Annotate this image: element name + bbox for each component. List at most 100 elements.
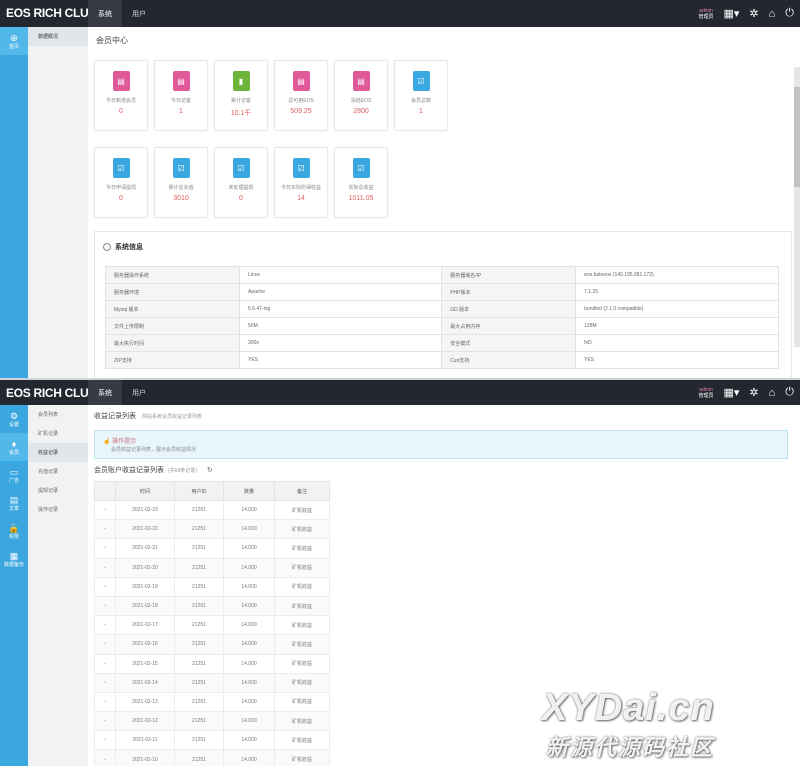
table-cell: 矿机收益 — [274, 538, 330, 559]
avatar-icon[interactable]: ▦▾ — [724, 386, 740, 399]
stat-value: 14 — [297, 195, 305, 202]
nav-user[interactable]: 用户 — [122, 380, 156, 405]
nav-user[interactable]: 用户 — [122, 0, 156, 27]
stat-label: 今日新增会员 — [105, 98, 136, 104]
table-row: ▫ 2021-02-21 21251 14.000 矿机收益 — [94, 538, 330, 559]
subnav-item[interactable]: 操作记录 — [28, 500, 88, 519]
nav-system[interactable]: 系统 — [88, 380, 122, 405]
refresh-icon[interactable]: ↻ — [207, 467, 213, 474]
info-value: 300s — [239, 334, 443, 352]
table-row: ▫ 2021-02-12 21251 14.000 矿机收益 — [94, 711, 330, 732]
table-cell: 14.000 — [223, 711, 275, 732]
sidebar-item-gear[interactable]: ⚙ 设置 — [0, 405, 28, 433]
stat-card: ▤ 冻结EOS 2800 — [334, 60, 388, 131]
sidebar-item-lock[interactable]: 🔒 权限 — [0, 517, 28, 545]
stat-label: 今日实际所得收益 — [280, 185, 321, 191]
avatar-icon[interactable]: ▦▾ — [724, 7, 740, 20]
subnav-item[interactable]: 会员列表 — [28, 405, 88, 424]
row-checkbox[interactable]: ▫ — [94, 519, 116, 540]
scrollbar-thumb[interactable] — [794, 87, 800, 187]
info-key: 最大执行时间 — [104, 334, 241, 352]
stat-card: ▤ 今日新增会员 0 — [94, 60, 148, 131]
home-icon[interactable]: ⌂ — [769, 8, 776, 20]
subnav-item[interactable]: 提现记录 — [28, 481, 88, 500]
table-cell: 矿机收益 — [274, 499, 330, 521]
article-icon: ▤ — [9, 494, 19, 505]
sidebar-item-home[interactable]: ⊕ 首页 — [0, 27, 28, 55]
sidebar-item-data[interactable]: ▦ 数据备份 — [0, 545, 28, 573]
row-checkbox[interactable]: ▫ — [94, 691, 116, 713]
row-checkbox[interactable]: ▫ — [94, 615, 116, 636]
table-cell: 14.000 — [223, 730, 275, 751]
info-value: Apache — [239, 283, 443, 301]
stat-value: 1 — [179, 108, 183, 115]
sidebar-item-ad[interactable]: ▭ 广告 — [0, 461, 28, 489]
table-cell: 14.000 — [223, 634, 275, 655]
row-checkbox[interactable]: ▫ — [94, 634, 116, 655]
subnav-item-overview[interactable]: 数据概况 — [28, 27, 88, 46]
table-cell: 矿机收益 — [274, 595, 330, 617]
table-row: ▫ 2021-02-15 21251 14.000 矿机收益 — [94, 653, 330, 674]
power-icon[interactable]: ⏻ — [785, 7, 794, 20]
stat-value: 0 — [239, 195, 243, 202]
info-key: GD 版本 — [441, 300, 577, 318]
stat-card: ▤ 今日访客 1 — [154, 60, 208, 131]
table-cell: 21251 — [174, 557, 224, 578]
settings-icon[interactable]: ✲ — [749, 7, 758, 20]
info-value: YES — [239, 351, 443, 369]
row-checkbox[interactable]: ▫ — [94, 576, 116, 597]
table-row: ▫ 2021-02-18 21251 14.000 矿机收益 — [94, 595, 330, 617]
scrollbar[interactable] — [794, 67, 800, 347]
sidebar-item-diamond[interactable]: ♦ 会员 — [0, 433, 28, 461]
table-cell: 21251 — [174, 576, 224, 597]
stat-value: 1 — [419, 108, 423, 115]
ad-icon: ▭ — [9, 466, 19, 477]
table-cell: 21251 — [174, 595, 224, 617]
stat-card: ☑ 实际总收益 1011.05 — [334, 147, 388, 218]
main-content: 会员中心 ▤ 今日新增会员 0 ▤ 今日访客 1 ▮ 累计访客 10.1千 ▤ 总可用EOS 509.… — [88, 27, 800, 378]
top-tools: admin 管理员 ▦▾ ✲ ⌂ ⏻ — [698, 0, 794, 27]
column-header: 备注 — [274, 481, 330, 501]
home-icon[interactable]: ⌂ — [769, 387, 776, 399]
table-cell: 14.000 — [223, 653, 275, 674]
row-checkbox[interactable]: ▫ — [94, 595, 116, 617]
stat-label: 会员总数 — [410, 98, 431, 104]
row-checkbox[interactable]: ▫ — [94, 499, 116, 521]
table-cell: 14.000 — [223, 499, 275, 521]
top-bar: EOS RICH CLUB☰ 系统 用户 admin管理员 ▦▾ ✲ ⌂ ⏻ — [0, 0, 800, 27]
document-icon: ▤ — [172, 71, 190, 91]
row-checkbox[interactable]: ▫ — [94, 711, 116, 732]
row-checkbox[interactable]: ▫ — [94, 749, 116, 766]
system-info-row: 文件上传限制 50M 最大占用内存 128M — [104, 317, 779, 335]
row-checkbox[interactable]: ▫ — [94, 730, 116, 751]
settings-icon[interactable]: ✲ — [749, 386, 758, 399]
tip-box: ☝ 操作提示 会员收益记录列表，展示会员收益情况 — [94, 430, 788, 459]
stat-label: 总可用EOS — [288, 98, 314, 104]
user-menu[interactable]: admin 管理员 — [698, 8, 713, 20]
table-cell: 21251 — [174, 653, 224, 674]
subnav-item[interactable]: 收益记录 — [28, 443, 88, 462]
subnav-item[interactable]: 矿机记录 — [28, 424, 88, 443]
table-row: ▫ 2021-02-14 21251 14.000 矿机收益 — [94, 672, 330, 693]
table-cell: 矿机收益 — [274, 519, 330, 540]
subnav-item[interactable]: 充值记录 — [28, 462, 88, 481]
table-cell: 2021-02-16 — [115, 634, 175, 655]
row-checkbox[interactable]: ▫ — [94, 557, 116, 578]
stat-label: 今日申请提现 — [105, 185, 136, 191]
table-cell: 矿机收益 — [274, 615, 330, 636]
row-checkbox[interactable]: ▫ — [94, 653, 116, 674]
column-header[interactable] — [94, 481, 116, 501]
table-cell: 21251 — [174, 615, 224, 636]
row-checkbox[interactable]: ▫ — [94, 538, 116, 559]
stat-label: 今日访客 — [170, 98, 191, 104]
info-key: ZIP支持 — [104, 351, 241, 369]
stat-card: ▮ 累计访客 10.1千 — [214, 60, 268, 131]
row-checkbox[interactable]: ▫ — [94, 672, 116, 693]
power-icon[interactable]: ⏻ — [785, 386, 794, 399]
sidebar-item-article[interactable]: ▤ 文章 — [0, 489, 28, 517]
user-menu[interactable]: admin 管理员 — [698, 387, 713, 399]
table-row: ▫ 2021-02-16 21251 14.000 矿机收益 — [94, 634, 330, 655]
table-cell: 2021-02-14 — [115, 672, 175, 693]
nav-system[interactable]: 系统 — [88, 0, 122, 27]
column-header: 用户ID — [174, 481, 224, 501]
